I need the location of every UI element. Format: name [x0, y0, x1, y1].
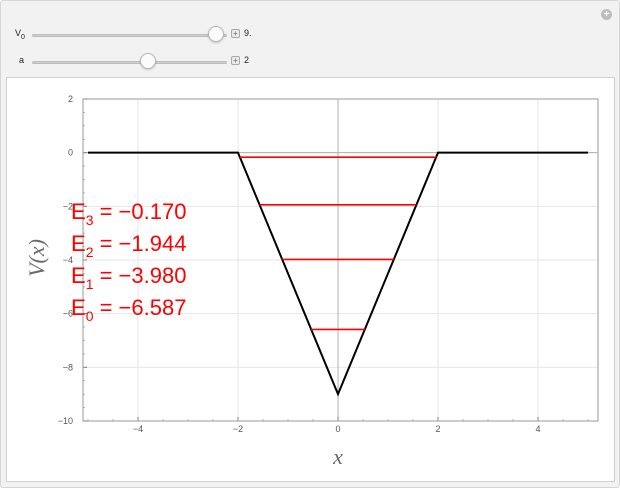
x-tick-label: −4 [133, 424, 143, 434]
x-axis-title: x [332, 444, 343, 469]
energy-level-label: E0 = −6.587 [71, 295, 186, 324]
x-tick-label: 0 [335, 424, 340, 434]
energy-level-label: E3 = −0.170 [71, 199, 186, 228]
x-tick-label: 2 [435, 424, 440, 434]
energy-level-label: E2 = −1.944 [71, 231, 186, 260]
y-tick-label: −10 [58, 416, 73, 426]
y-axis-title: V(x) [24, 239, 49, 277]
y-tick-label: −8 [63, 362, 73, 372]
x-tick-label: 4 [535, 424, 540, 434]
y-tick-label: 2 [68, 94, 73, 104]
x-tick-label: −2 [233, 424, 243, 434]
manipulate-panel: V0 + 9. a + 2 + −4 −2 0 2 4 2 0 −2 −4 −6 −8 −10 x V(x… [0, 0, 620, 488]
energy-level-label: E1 = −3.980 [71, 263, 186, 292]
potential-plot: −4 −2 0 2 420−2−4−6−8−10xV(x)E3 = −0.170E2 =… [24, 94, 599, 469]
y-tick-label: 0 [68, 148, 73, 158]
